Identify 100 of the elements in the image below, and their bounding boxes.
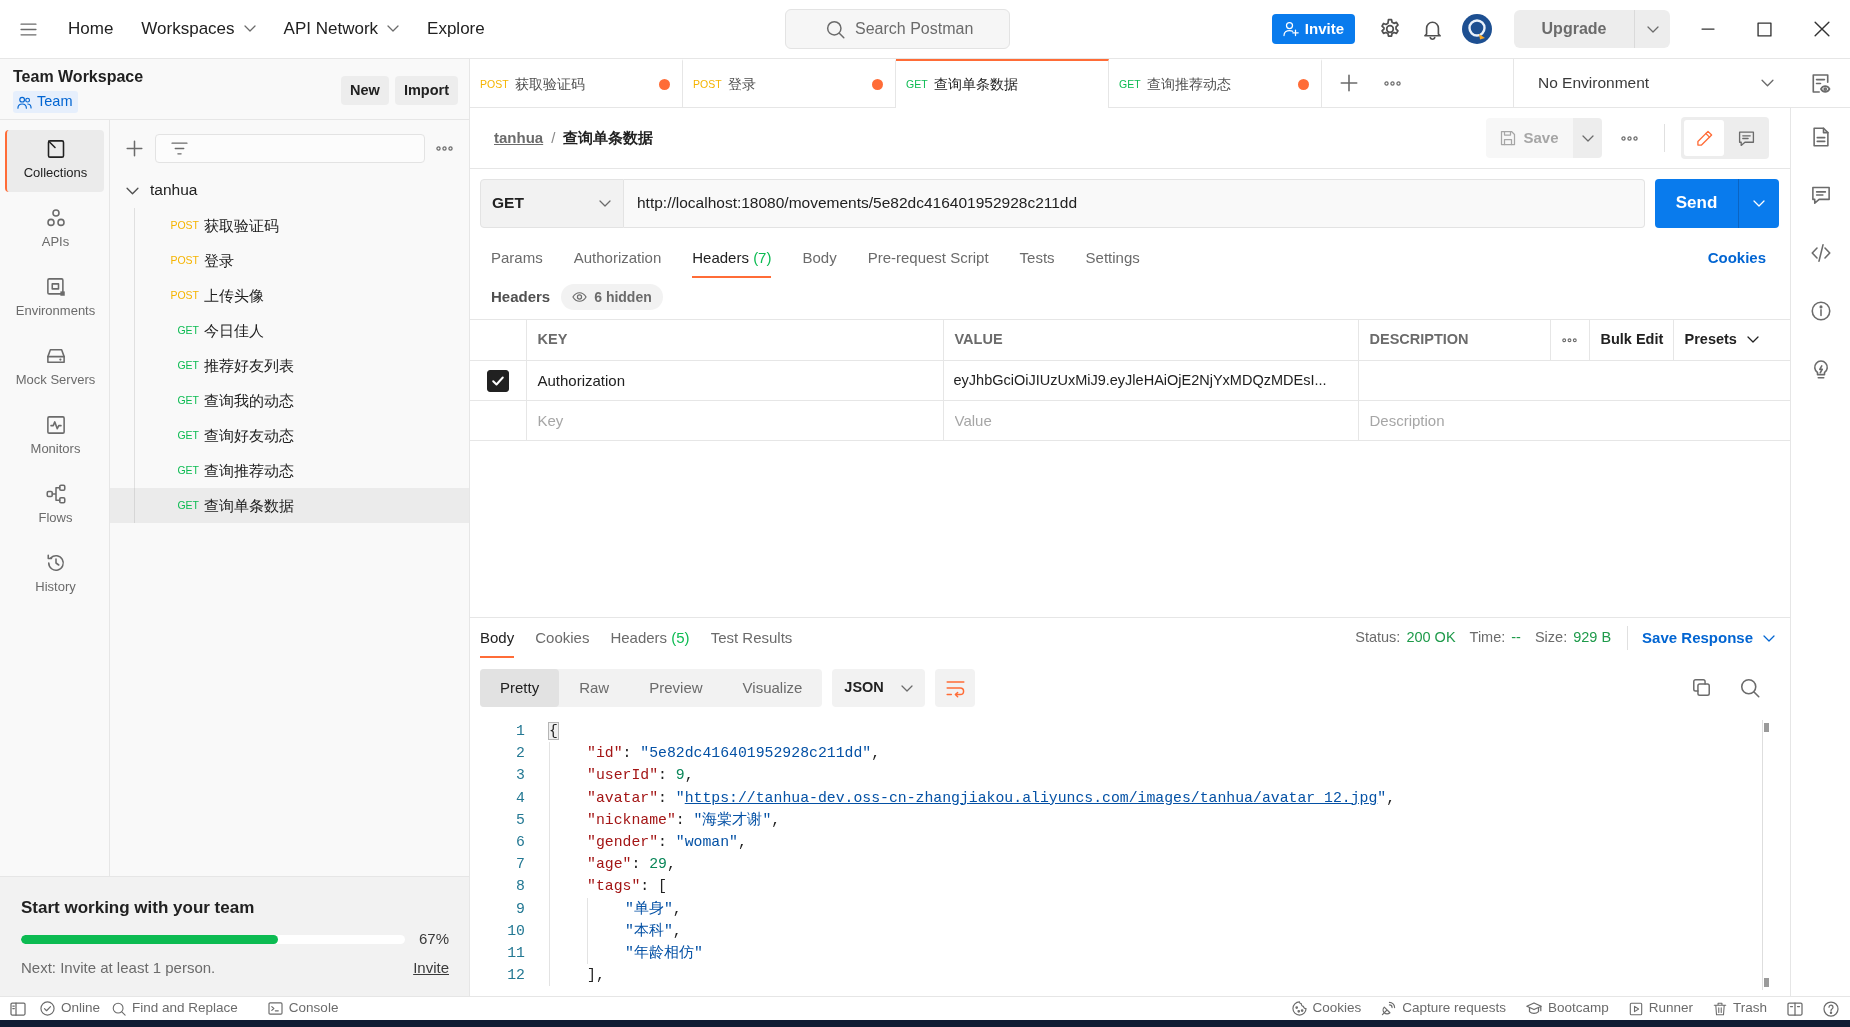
response-tab[interactable]: Cookies: [535, 618, 590, 658]
request-option-tab[interactable]: Body: [802, 238, 837, 278]
request-option-tab[interactable]: Headers (7): [692, 238, 772, 278]
more-icon[interactable]: [436, 146, 453, 151]
format-select[interactable]: JSON: [832, 669, 926, 707]
sidebar-nav-item[interactable]: Monitors: [5, 406, 104, 468]
value-field[interactable]: Value: [943, 400, 1358, 441]
request-option-tab[interactable]: Tests: [1019, 238, 1055, 278]
header-key[interactable]: Authorization: [526, 360, 943, 401]
status-bar-item[interactable]: Runner: [1628, 1000, 1693, 1017]
header-value[interactable]: eyJhbGciOiJIUzUxMiJ9.eyJleHAiOjE2NjYxMDQzMDEsI...: [943, 360, 1358, 401]
top-nav-item[interactable]: API Network: [271, 12, 412, 46]
search-field[interactable]: Search Postman: [785, 9, 1010, 49]
help-icon[interactable]: [1823, 1000, 1839, 1017]
info-icon[interactable]: [1810, 301, 1831, 321]
settings-icon[interactable]: [1379, 18, 1401, 40]
line-number: 11: [506, 943, 525, 963]
code-icon[interactable]: [1810, 243, 1831, 263]
users-icon: [17, 94, 32, 110]
line-number: 5: [515, 810, 525, 830]
sidebar-nav-item[interactable]: Mock Servers: [5, 337, 104, 399]
view-mode-tab[interactable]: Preview: [629, 669, 723, 707]
sidebar-toggle-icon[interactable]: [10, 1001, 26, 1016]
status-bar-item[interactable]: Cookies: [1291, 1000, 1362, 1017]
more-icon[interactable]: [1384, 80, 1401, 86]
cookies-link[interactable]: Cookies: [1707, 249, 1766, 267]
sidebar-nav-item[interactable]: Collections: [5, 130, 104, 192]
chevron-down-icon: [126, 186, 139, 195]
graduation-cap-icon: [1525, 1002, 1542, 1015]
sidebar-nav-item[interactable]: History: [5, 544, 104, 606]
request-tab[interactable]: GET 查询单条数据: [896, 59, 1109, 108]
status-label: Status:: [1355, 629, 1401, 647]
view-mode-tab[interactable]: Raw: [559, 669, 630, 707]
request-option-tab[interactable]: Settings: [1085, 238, 1140, 278]
checkbox[interactable]: [486, 369, 509, 392]
response-tab[interactable]: Test Results: [710, 618, 793, 658]
two-pane-icon[interactable]: [1787, 1001, 1803, 1016]
breadcrumb-separator: /: [551, 129, 556, 147]
status-bar-item[interactable]: Trash: [1713, 1000, 1767, 1017]
menu-icon[interactable]: [19, 22, 37, 36]
search-icon[interactable]: [1740, 678, 1760, 698]
status-bar-item[interactable]: Find and Replace: [112, 1000, 238, 1017]
send-button[interactable]: Send: [1655, 179, 1738, 228]
scrollbar[interactable]: [1762, 720, 1770, 990]
response-tab[interactable]: Headers (5): [610, 618, 690, 658]
status-bar-item[interactable]: Capture requests: [1381, 1000, 1506, 1017]
key-input[interactable]: Key: [537, 411, 932, 430]
view-mode-tab[interactable]: Visualize: [722, 669, 823, 707]
trash-icon: [1713, 1001, 1727, 1016]
method-select[interactable]: GET: [480, 179, 624, 228]
sidebar-nav-item[interactable]: APIs: [5, 199, 104, 261]
maximize-icon[interactable]: [1757, 21, 1772, 37]
view-mode-tab[interactable]: Pretty: [480, 669, 560, 707]
line-number: 3: [515, 766, 525, 786]
request-item[interactable]: GET 查询单条数据: [110, 488, 469, 523]
plus-icon[interactable]: [1340, 74, 1358, 92]
request-option-tab[interactable]: Params: [491, 238, 543, 278]
bell-icon[interactable]: [1422, 18, 1443, 40]
document-eye-icon[interactable]: [1809, 72, 1831, 94]
filter-field[interactable]: [155, 134, 425, 163]
more-icon[interactable]: [1562, 337, 1577, 343]
method-label: GET: [176, 429, 199, 442]
hidden-headers-toggle[interactable]: 6 hidden: [561, 284, 663, 310]
avatar-icon[interactable]: [1462, 14, 1492, 44]
collection-item[interactable]: tanhua: [110, 173, 469, 208]
upgrade-button[interactable]: Upgrade: [1514, 10, 1634, 48]
plus-icon[interactable]: [126, 140, 143, 157]
invite-link[interactable]: Invite: [413, 959, 449, 977]
request-option-tab[interactable]: Authorization: [573, 238, 662, 278]
top-nav-item[interactable]: Home: [56, 12, 126, 46]
status-bar-item[interactable]: Console: [267, 1000, 339, 1017]
key-field[interactable]: Key: [526, 400, 943, 441]
breadcrumb-link[interactable]: tanhua: [494, 129, 544, 147]
top-nav-item[interactable]: Explore: [415, 12, 497, 46]
url-field[interactable]: http://localhost:18080/movements/5e82dc416401952928c211dd: [624, 179, 1645, 228]
status-bar-item[interactable]: Bootcamp: [1525, 1000, 1609, 1017]
sidebar-nav-item[interactable]: Environments: [5, 268, 104, 330]
search-input[interactable]: Search Postman: [855, 19, 1009, 39]
header-button[interactable]: New: [341, 76, 389, 105]
minimize-icon[interactable]: [1699, 28, 1716, 30]
value-input[interactable]: Value: [954, 411, 1347, 430]
status-bar-item[interactable]: Online: [40, 1000, 101, 1017]
more-icon[interactable]: [1621, 135, 1638, 141]
url-link[interactable]: https://tanhua-dev.oss-cn-zhangjiakou.aliyuncs.com/images/tanhua/avatar_12.jpg: [684, 789, 1378, 806]
header-button[interactable]: Import: [394, 76, 458, 105]
method-label: GET: [906, 78, 928, 91]
line-number: 7: [515, 855, 525, 875]
request-option-tab[interactable]: Pre-request Script: [867, 238, 989, 278]
description-input[interactable]: Description: [1369, 411, 1779, 430]
response-tab[interactable]: Body: [480, 618, 515, 658]
document-icon[interactable]: [1810, 127, 1831, 147]
copy-icon[interactable]: [1692, 678, 1711, 697]
top-nav-item[interactable]: Workspaces: [129, 12, 268, 46]
comment-icon[interactable]: [1810, 185, 1831, 205]
save-response-button[interactable]: Save Response: [1642, 629, 1775, 647]
line-number: 6: [515, 832, 525, 852]
line-number: 1: [515, 722, 525, 741]
sidebar-nav-item[interactable]: Flows: [5, 475, 104, 537]
close-icon[interactable]: [1813, 21, 1830, 37]
invite-button[interactable]: Invite: [1271, 14, 1355, 44]
